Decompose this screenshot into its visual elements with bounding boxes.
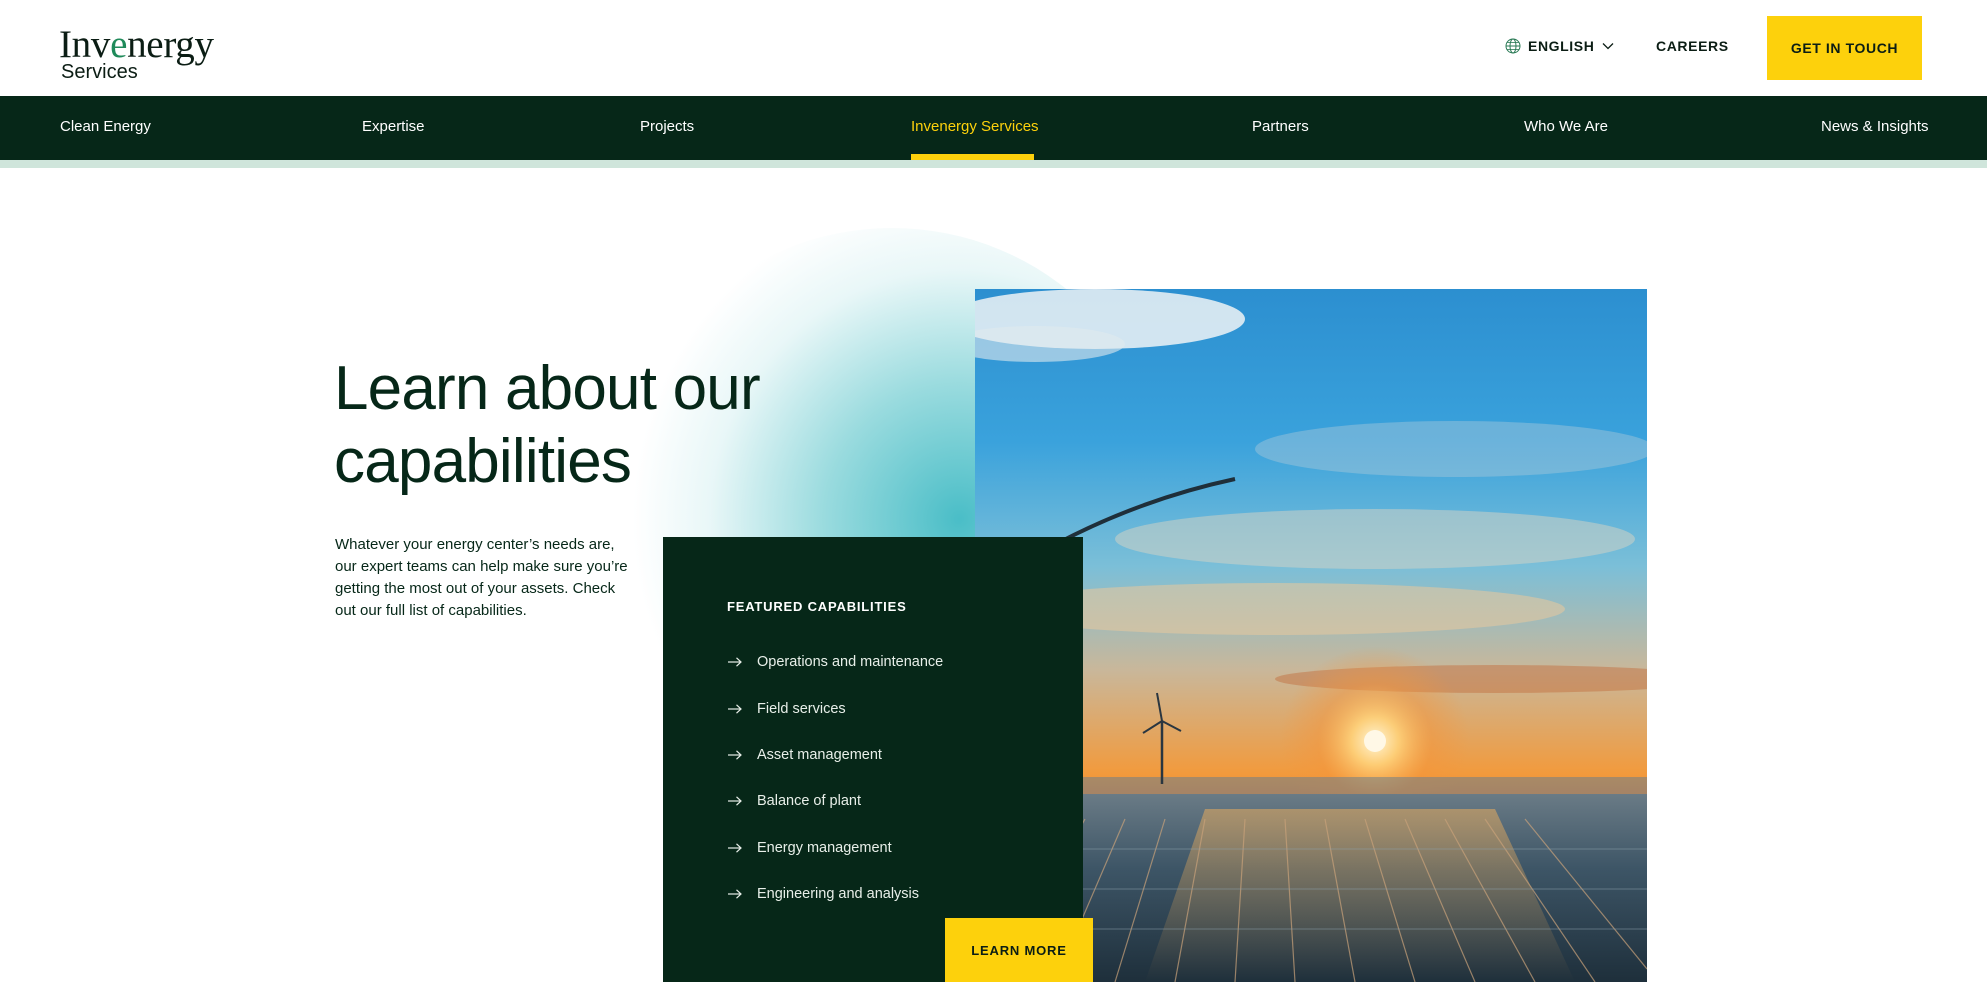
capability-label: Field services <box>757 700 846 717</box>
careers-link[interactable]: CAREERS <box>1656 38 1729 54</box>
featured-capabilities-card: FEATURED CAPABILITIES Operations and mai… <box>663 537 1083 982</box>
nav-item-clean-energy[interactable]: Clean Energy <box>60 118 151 135</box>
capability-item-operations[interactable]: Operations and maintenance <box>727 639 943 685</box>
language-selector[interactable]: ENGLISH <box>1505 38 1615 54</box>
site-header: Invenergy Services ENGLISH CAREERS GET I… <box>0 0 1987 96</box>
capability-item-engineering[interactable]: Engineering and analysis <box>727 871 943 917</box>
capability-label: Asset management <box>757 746 882 763</box>
globe-icon <box>1505 38 1521 54</box>
capability-item-asset-management[interactable]: Asset management <box>727 732 943 778</box>
nav-divider <box>0 160 1987 168</box>
learn-more-button[interactable]: LEARN MORE <box>945 918 1093 982</box>
arrow-right-icon <box>728 657 742 667</box>
get-in-touch-button[interactable]: GET IN TOUCH <box>1767 16 1922 80</box>
chevron-down-icon <box>1602 43 1614 50</box>
capability-label: Operations and maintenance <box>757 654 944 671</box>
language-label: ENGLISH <box>1528 38 1595 54</box>
capabilities-heading: FEATURED CAPABILITIES <box>727 599 907 614</box>
capability-label: Energy management <box>757 839 892 856</box>
nav-item-who-we-are[interactable]: Who We Are <box>1524 118 1608 135</box>
nav-item-expertise[interactable]: Expertise <box>362 118 425 135</box>
arrow-right-icon <box>728 703 742 714</box>
logo[interactable]: Invenergy Services <box>59 23 214 82</box>
nav-item-projects[interactable]: Projects <box>640 118 694 135</box>
arrow-right-icon <box>728 843 742 853</box>
arrow-right-icon <box>728 750 742 760</box>
nav-item-partners[interactable]: Partners <box>1252 118 1309 135</box>
capability-item-field-services[interactable]: Field services <box>727 685 943 731</box>
capability-item-energy-management[interactable]: Energy management <box>727 825 943 871</box>
nav-item-news-insights[interactable]: News & Insights <box>1821 118 1929 135</box>
nav-item-invenergy-services[interactable]: Invenergy Services <box>911 118 1039 135</box>
logo-wordmark: Invenergy <box>59 23 214 66</box>
arrow-right-icon <box>728 889 742 899</box>
capabilities-list: Operations and maintenance Field service… <box>727 639 943 917</box>
main-nav: Clean Energy Expertise Projects Invenerg… <box>0 96 1987 160</box>
hero-description: Whatever your energy center’s needs are,… <box>335 536 628 619</box>
capability-label: Balance of plant <box>757 793 861 810</box>
capability-label: Engineering and analysis <box>757 886 920 903</box>
capability-item-balance-of-plant[interactable]: Balance of plant <box>727 778 943 824</box>
arrow-right-icon <box>728 796 742 806</box>
page-title: Learn about our capabilities <box>334 354 761 496</box>
